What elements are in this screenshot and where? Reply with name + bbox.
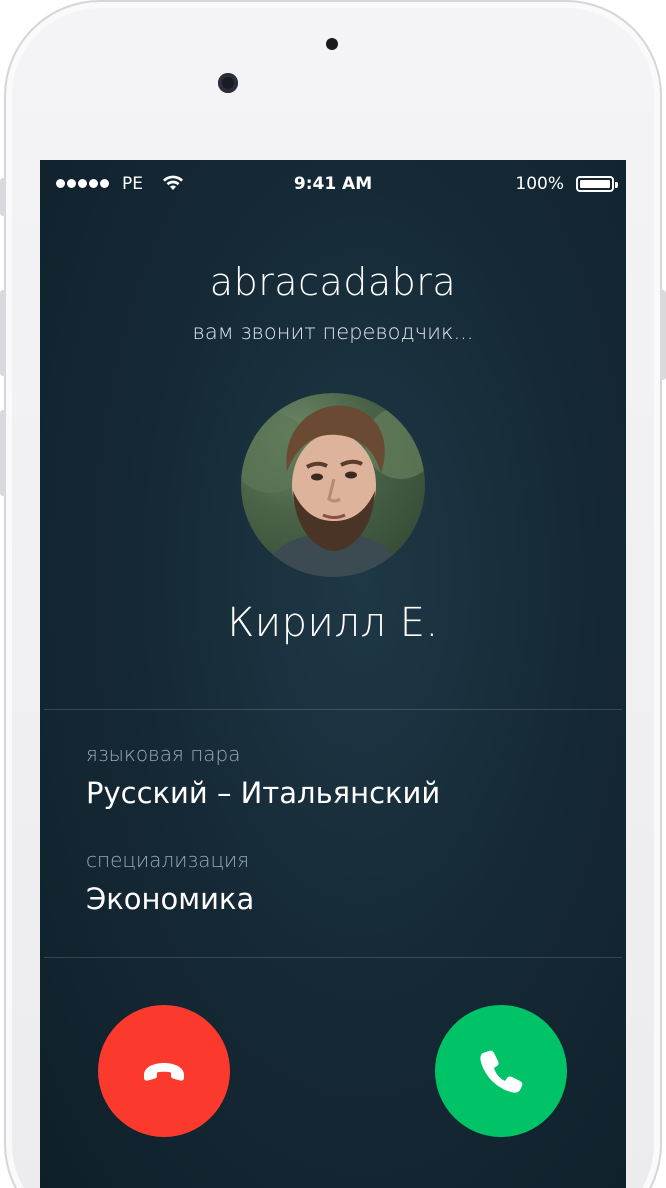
volume-up-button xyxy=(0,290,6,376)
front-camera xyxy=(218,73,238,93)
power-button xyxy=(660,290,666,380)
language-pair-label: языковая пара xyxy=(86,742,241,766)
language-pair-value: Русский – Итальянский xyxy=(86,776,441,810)
device-mockup: PE 9:41 AM 100% abracadabra вам звонит п… xyxy=(0,0,666,1188)
incoming-call-screen: PE 9:41 AM 100% abracadabra вам звонит п… xyxy=(40,160,626,1188)
specialization-label: специализация xyxy=(86,848,250,872)
proximity-sensor xyxy=(326,38,338,50)
call-status-text: вам звонит переводчик... xyxy=(192,320,474,344)
divider xyxy=(44,957,622,958)
caller-avatar xyxy=(241,393,425,577)
caller-photo xyxy=(241,405,425,577)
app-name: abracadabra xyxy=(209,260,457,304)
battery-icon xyxy=(576,176,618,192)
mute-switch xyxy=(0,178,6,216)
divider xyxy=(44,709,622,710)
volume-down-button xyxy=(0,410,6,496)
specialization-value: Экономика xyxy=(86,882,255,916)
accept-call-button[interactable] xyxy=(435,1005,567,1137)
phone-icon xyxy=(480,1050,523,1093)
caller-name: Кирилл Е. xyxy=(227,600,439,646)
status-bar: PE 9:41 AM 100% xyxy=(40,160,626,210)
decline-call-button[interactable] xyxy=(98,1005,230,1137)
phone-hangup-icon xyxy=(144,1063,184,1081)
battery-percentage: 100% xyxy=(515,174,564,194)
